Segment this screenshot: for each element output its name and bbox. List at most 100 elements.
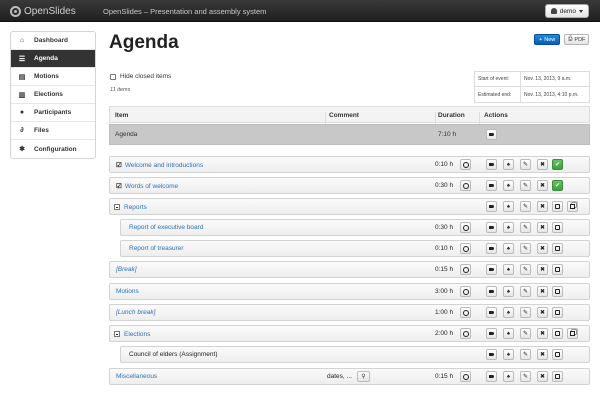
edit-button[interactable]: ✎	[520, 159, 531, 170]
speakers-button[interactable]: ♠	[503, 307, 514, 318]
delete-button[interactable]: ✖	[537, 264, 548, 275]
projector-button[interactable]	[486, 222, 497, 233]
new-item-button[interactable]: + New	[534, 34, 561, 45]
delete-button[interactable]: ✖	[537, 328, 548, 339]
collapse-icon[interactable]	[114, 204, 120, 210]
edit-button[interactable]: ✎	[520, 349, 531, 360]
column-header-duration[interactable]: Duration	[438, 112, 465, 119]
done-toggle-button[interactable]	[552, 328, 563, 339]
speakers-button[interactable]: ♠	[503, 328, 514, 339]
agenda-item-link[interactable]: Welcome and introductions	[125, 162, 203, 169]
projector-button[interactable]	[486, 307, 497, 318]
projector-button[interactable]	[486, 201, 497, 212]
delete-button[interactable]: ✖	[537, 286, 548, 297]
set-closed-button[interactable]	[460, 243, 471, 254]
speakers-button[interactable]: ♠	[503, 371, 514, 382]
hide-closed-toggle[interactable]: Hide closed items	[110, 73, 171, 80]
done-toggle-button[interactable]	[552, 307, 563, 318]
agenda-item-title[interactable]: Council of elders (Assignment)	[129, 351, 218, 358]
sidebar-item-agenda[interactable]: ☰ Agenda	[11, 50, 95, 68]
edit-button[interactable]: ✎	[520, 180, 531, 191]
speakers-button[interactable]: ♠	[503, 201, 514, 212]
done-toggle-button[interactable]	[552, 222, 563, 233]
agenda-item-link[interactable]: Report of treasurer	[129, 245, 184, 252]
column-header-item[interactable]: Item	[115, 112, 128, 119]
delete-button[interactable]: ✖	[537, 307, 548, 318]
edit-button[interactable]: ✎	[520, 371, 531, 382]
projector-button[interactable]	[486, 159, 497, 170]
sidebar-item-elections[interactable]: ▥ Elections	[11, 86, 95, 104]
projector-button[interactable]	[486, 328, 497, 339]
sidebar-item-files[interactable]: ∂ Files	[11, 122, 95, 140]
agenda-item-link[interactable]: Report of executive board	[129, 224, 203, 231]
edit-button[interactable]: ✎	[520, 243, 531, 254]
speakers-button[interactable]: ♠	[503, 349, 514, 360]
agenda-item-link[interactable]: [Lunch break]	[116, 309, 155, 316]
delete-button[interactable]: ✖	[537, 222, 548, 233]
delete-button[interactable]: ✖	[537, 159, 548, 170]
speakers-button[interactable]: ♠	[503, 180, 514, 191]
edit-button[interactable]: ✎	[520, 307, 531, 318]
duplicate-button[interactable]	[567, 201, 578, 212]
agenda-item-link[interactable]: Words of welcome	[125, 183, 178, 190]
speakers-button[interactable]: ♠	[503, 286, 514, 297]
edit-button[interactable]: ✎	[520, 201, 531, 212]
delete-button[interactable]: ✖	[537, 201, 548, 212]
edit-button[interactable]: ✎	[520, 328, 531, 339]
delete-button[interactable]: ✖	[537, 349, 548, 360]
projector-button[interactable]	[486, 180, 497, 191]
delete-button[interactable]: ✖	[537, 180, 548, 191]
checked-icon[interactable]: ☑	[116, 161, 122, 169]
sidebar-item-configuration[interactable]: ✱ Configuration	[11, 140, 95, 158]
openslides-logo[interactable]: OpenSlides	[10, 4, 76, 18]
delete-button[interactable]: ✖	[537, 371, 548, 382]
user-menu-button[interactable]: demo	[544, 4, 589, 18]
done-toggle-button[interactable]: ✔	[552, 159, 563, 170]
agenda-item-link[interactable]: Elections	[124, 331, 150, 338]
sidebar-item-participants[interactable]: ● Participants	[11, 104, 95, 122]
projector-icon	[489, 268, 494, 271]
set-closed-button[interactable]	[460, 180, 471, 191]
done-toggle-button[interactable]	[552, 349, 563, 360]
set-closed-button[interactable]	[460, 222, 471, 233]
done-toggle-button[interactable]	[552, 286, 563, 297]
set-closed-button[interactable]	[460, 159, 471, 170]
set-closed-button[interactable]	[460, 286, 471, 297]
agenda-item-link[interactable]: Miscellaneous	[116, 373, 157, 380]
set-closed-button[interactable]	[460, 371, 471, 382]
show-comment-button[interactable]: ⚲	[357, 371, 370, 382]
checked-icon[interactable]: ☑	[116, 182, 122, 190]
projector-button[interactable]	[486, 349, 497, 360]
sidebar-item-dashboard[interactable]: ⌂ Dashboard	[11, 32, 95, 50]
speakers-button[interactable]: ♠	[503, 159, 514, 170]
column-header-comment[interactable]: Comment	[329, 112, 359, 119]
speakers-button[interactable]: ♠	[503, 264, 514, 275]
delete-button[interactable]: ✖	[537, 243, 548, 254]
hide-closed-checkbox[interactable]	[110, 73, 116, 80]
done-toggle-button[interactable]	[552, 243, 563, 254]
speakers-button[interactable]: ♠	[503, 243, 514, 254]
set-closed-button[interactable]	[460, 328, 471, 339]
edit-button[interactable]: ✎	[520, 222, 531, 233]
done-toggle-button[interactable]: ✔	[552, 180, 563, 191]
duplicate-button[interactable]	[567, 328, 578, 339]
agenda-item-link[interactable]: Reports	[124, 204, 147, 211]
set-closed-button[interactable]	[460, 307, 471, 318]
done-toggle-button[interactable]	[552, 201, 563, 212]
sidebar-item-motions[interactable]: ▤ Motions	[11, 68, 95, 86]
projector-button[interactable]	[486, 243, 497, 254]
agenda-item-link[interactable]: Motions	[116, 288, 139, 295]
edit-button[interactable]: ✎	[520, 264, 531, 275]
done-toggle-button[interactable]	[552, 264, 563, 275]
agenda-item-link[interactable]: [Break]	[116, 266, 137, 273]
speakers-button[interactable]: ♠	[503, 222, 514, 233]
pdf-button[interactable]: ⎙ PDF	[564, 34, 590, 45]
projector-button[interactable]	[486, 286, 497, 297]
projector-button[interactable]	[486, 371, 497, 382]
projector-button[interactable]	[486, 129, 497, 140]
done-toggle-button[interactable]	[552, 371, 563, 382]
edit-button[interactable]: ✎	[520, 286, 531, 297]
collapse-icon[interactable]	[114, 331, 120, 337]
projector-button[interactable]	[486, 264, 497, 275]
set-closed-button[interactable]	[460, 264, 471, 275]
